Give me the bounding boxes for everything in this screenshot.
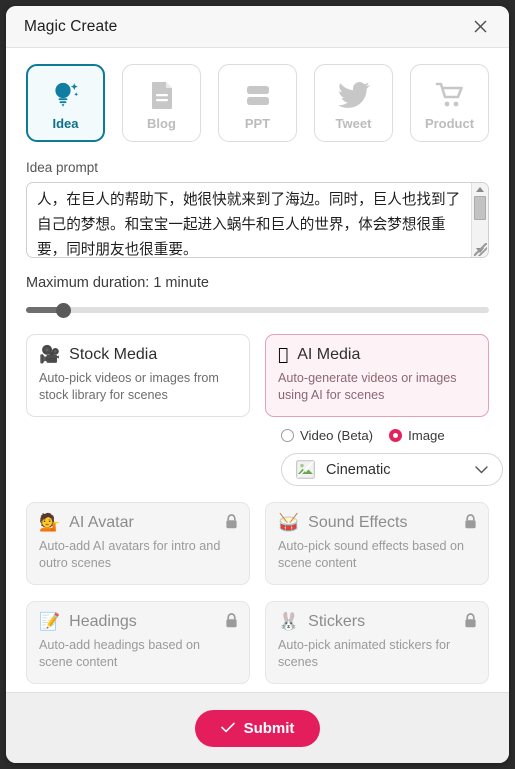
card-description: Auto-add AI avatars for intro and outro …: [39, 539, 221, 570]
card-header: 🎥 Stock Media: [39, 346, 237, 364]
memo-icon: 📝: [39, 611, 61, 632]
feature-row-2: 📝 Headings Auto-add headings based on sc…: [26, 601, 489, 684]
lock-icon: [225, 514, 238, 534]
card-title: Stickers: [308, 613, 366, 630]
card-title: Stock Media: [69, 346, 158, 363]
prompt-label: Idea prompt: [26, 160, 99, 175]
image-style-select[interactable]: Cinematic: [281, 453, 503, 486]
card-ai-avatar[interactable]: 💁 AI Avatar Auto-add AI avatars for intr…: [26, 502, 250, 585]
tab-blog-label: Blog: [147, 115, 176, 131]
document-icon: [146, 76, 178, 114]
radio-image[interactable]: Image: [389, 428, 445, 443]
drum-icon: 🥁: [278, 512, 300, 533]
submit-button[interactable]: Submit: [194, 709, 321, 747]
card-header: 📝 Headings: [39, 613, 237, 631]
card-sound-effects[interactable]: 🥁 Sound Effects Auto-pick sound effects …: [265, 502, 489, 585]
lock-icon: [464, 613, 477, 633]
card-description: Auto-pick animated stickers for scenes: [278, 638, 451, 669]
magic-create-dialog: Magic Create Idea Blog PPT Tweet Product…: [6, 6, 509, 763]
ai-media-icon: 􀎸: [278, 344, 289, 365]
card-stickers[interactable]: 🐰 Stickers Auto-pick animated stickers f…: [265, 601, 489, 684]
check-icon: [220, 720, 235, 737]
lightbulb-sparkle-icon: [49, 76, 83, 114]
twitter-bird-icon: [337, 76, 370, 114]
scroll-up-icon[interactable]: [476, 187, 484, 192]
page-title: Magic Create: [24, 17, 118, 35]
duration-slider[interactable]: [26, 302, 489, 318]
person-tipping-hand-icon: 💁: [39, 512, 61, 533]
radio-indicator: [281, 429, 294, 442]
card-title: Sound Effects: [308, 514, 408, 531]
card-header: 􀎸 AI Media: [278, 346, 476, 364]
slides-bars-icon: [242, 76, 274, 114]
lock-icon: [225, 613, 238, 633]
radio-video-beta[interactable]: Video (Beta): [281, 428, 373, 443]
content-type-tabs: Idea Blog PPT Tweet Product: [26, 64, 489, 142]
card-description: Auto-pick videos or images from stock li…: [39, 371, 219, 402]
card-title: Headings: [69, 613, 137, 630]
duration-section: Maximum duration: 1 minute: [26, 275, 489, 318]
tab-tweet[interactable]: Tweet: [314, 64, 393, 142]
tab-idea-label: Idea: [52, 115, 79, 131]
shopping-cart-icon: [434, 76, 466, 114]
tab-blog[interactable]: Blog: [122, 64, 201, 142]
tab-product-label: Product: [424, 115, 475, 131]
slider-track: [26, 307, 489, 313]
close-icon[interactable]: [465, 14, 495, 40]
slider-thumb[interactable]: [56, 303, 72, 318]
radio-label: Video (Beta): [300, 428, 374, 443]
card-description: Auto-pick sound effects based on scene c…: [278, 539, 464, 570]
broken-image-icon: [296, 460, 315, 479]
duration-label: Maximum duration: 1 minute: [26, 275, 209, 291]
feature-row-1: 💁 AI Avatar Auto-add AI avatars for intr…: [26, 502, 489, 585]
idea-prompt-input[interactable]: 人，在巨人的帮助下，她很快就来到了海边。同时，巨人也找到了自己的梦想。和宝宝一起…: [27, 183, 471, 257]
radio-indicator: [389, 429, 403, 442]
card-header: 🐰 Stickers: [278, 613, 476, 631]
radio-label: Image: [408, 428, 445, 443]
scrollbar-thumb[interactable]: [474, 196, 486, 220]
tab-ppt[interactable]: PPT: [218, 64, 297, 142]
dialog-body: Idea Blog PPT Tweet Product Idea prompt …: [6, 48, 509, 692]
dialog-titlebar: Magic Create: [6, 6, 509, 48]
card-title: AI Media: [297, 346, 361, 363]
rabbit-face-icon: 🐰: [278, 611, 300, 632]
media-source-row: 🎥 Stock Media Auto-pick videos or images…: [26, 334, 489, 417]
card-description: Auto-generate videos or images using AI …: [278, 371, 457, 402]
media-mode-radios: Video (Beta) Image: [26, 428, 489, 443]
card-stock-media[interactable]: 🎥 Stock Media Auto-pick videos or images…: [26, 334, 250, 417]
dialog-footer: Submit: [6, 692, 509, 763]
tab-tweet-label: Tweet: [335, 115, 372, 131]
tab-ppt-label: PPT: [244, 115, 271, 131]
tab-idea[interactable]: Idea: [26, 64, 105, 142]
card-header: 🥁 Sound Effects: [278, 514, 476, 532]
card-description: Auto-add headings based on scene content: [39, 638, 201, 669]
lock-icon: [464, 514, 477, 534]
card-headings[interactable]: 📝 Headings Auto-add headings based on sc…: [26, 601, 250, 684]
resize-grip-icon[interactable]: [474, 243, 487, 256]
prompt-textarea-wrapper: 人，在巨人的帮助下，她很快就来到了海边。同时，巨人也找到了自己的梦想。和宝宝一起…: [26, 182, 489, 258]
movie-camera-icon: 🎥: [39, 344, 61, 365]
tab-product[interactable]: Product: [410, 64, 489, 142]
card-title: AI Avatar: [69, 514, 134, 531]
style-select-value: Cinematic: [326, 461, 391, 478]
card-header: 💁 AI Avatar: [39, 514, 237, 532]
card-ai-media[interactable]: 􀎸 AI Media Auto-generate videos or image…: [265, 334, 489, 417]
submit-button-label: Submit: [243, 719, 295, 737]
chevron-down-icon[interactable]: [475, 465, 488, 474]
